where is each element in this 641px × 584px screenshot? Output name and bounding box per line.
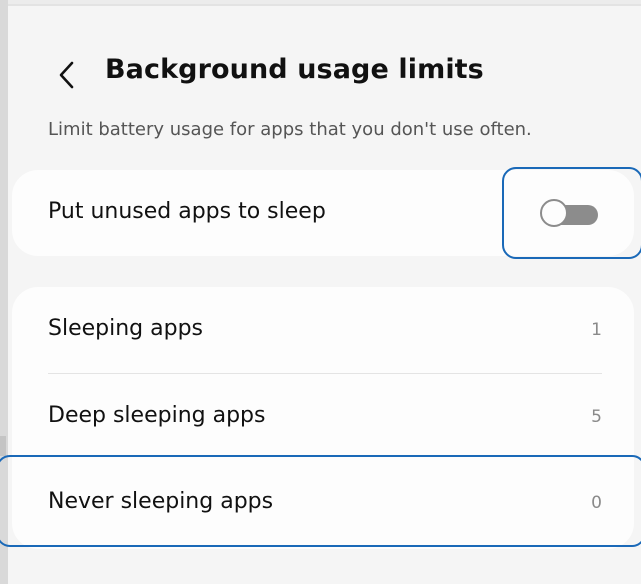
list-item-count: 1 (591, 320, 602, 340)
chevron-left-icon (59, 61, 74, 89)
list-item-sleeping-apps[interactable]: Sleeping apps 1 (12, 287, 634, 373)
page-description: Limit battery usage for apps that you do… (48, 119, 532, 140)
back-button[interactable] (52, 57, 82, 93)
sleep-setting-label: Put unused apps to sleep (48, 199, 326, 224)
row-highlight-box (0, 455, 641, 547)
page-title: Background usage limits (105, 54, 484, 85)
list-item-count: 5 (591, 407, 602, 427)
list-item-label: Sleeping apps (48, 316, 203, 341)
left-edge-mark (0, 436, 6, 456)
list-item-label: Deep sleeping apps (48, 403, 266, 428)
toggle-highlight-box (502, 167, 641, 259)
list-item-deep-sleeping-apps[interactable]: Deep sleeping apps 5 (12, 374, 634, 460)
